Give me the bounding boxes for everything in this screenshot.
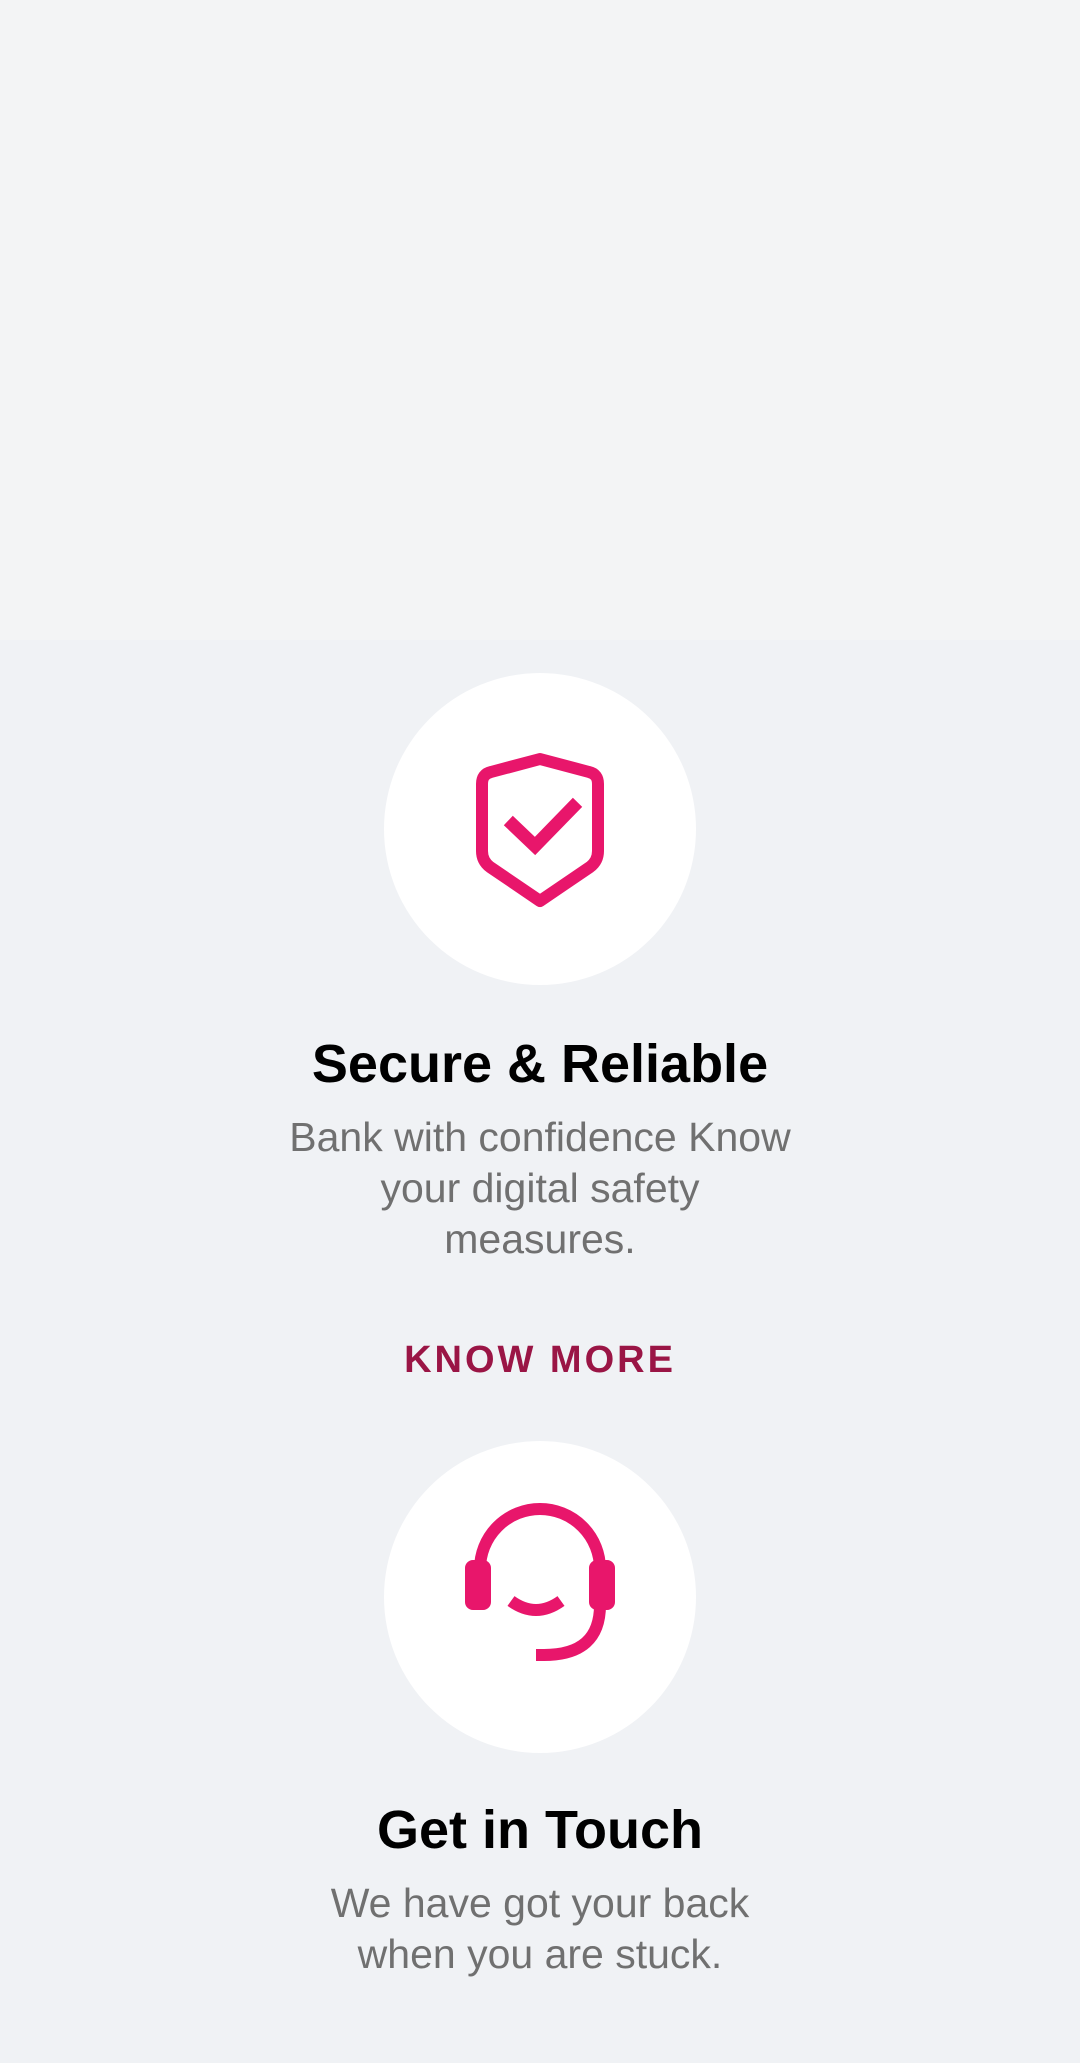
feature-icon-circle (384, 673, 696, 985)
top-blank-area (0, 0, 1080, 640)
feature-description: We have got your back when you are stuck… (330, 1880, 750, 1977)
feature-title: Secure & Reliable (311, 1034, 769, 1094)
feature-icon-circle (384, 1441, 696, 1753)
know-more-link[interactable]: KNOW MORE (340, 1336, 740, 1384)
feature-title: Get in Touch (377, 1800, 703, 1860)
feature-description: Bank with confidence Know your digital s… (289, 1114, 791, 1262)
shield-check-icon (476, 753, 604, 907)
headset-icon (465, 1503, 615, 1661)
